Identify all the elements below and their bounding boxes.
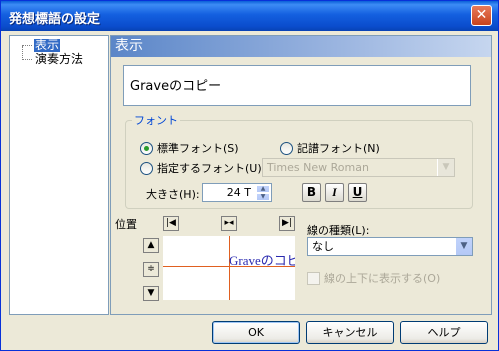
category-tree: 表示 演奏方法 <box>9 35 109 315</box>
ok-button[interactable]: OK <box>212 321 300 344</box>
checkbox-icon <box>307 271 320 285</box>
position-label: 位置 <box>115 218 137 231</box>
show-above-below-checkbox[interactable]: 線の上下に表示する(O) <box>307 270 440 286</box>
align-left-button[interactable]: |◀ <box>163 216 179 231</box>
position-preview[interactable]: Graveのコピー <box>163 236 295 300</box>
align-middle-v-button[interactable]: ≑ <box>143 262 159 277</box>
chevron-down-icon: ▼ <box>437 159 454 176</box>
font-name-select[interactable]: Times New Roman ▼ <box>262 158 455 177</box>
radio-icon <box>140 161 153 175</box>
font-name-value: Times New Roman <box>267 161 369 174</box>
font-group-legend: フォント <box>134 114 178 127</box>
radio-icon <box>280 141 293 155</box>
chevron-down-icon: ▼ <box>455 238 472 255</box>
panel-header: 表示 <box>111 36 491 57</box>
spin-up-icon[interactable]: ▲ <box>256 185 270 193</box>
spin-down-icon[interactable]: ▼ <box>256 193 270 201</box>
settings-panel: 表示 Graveのコピー フォント 標準フォント(S) 記譜フォント(N) 指定… <box>110 35 492 315</box>
align-bottom-button[interactable]: ▼ <box>143 286 159 301</box>
tree-connector <box>22 45 32 46</box>
tree-connector <box>22 59 32 60</box>
size-spinner[interactable]: ▲ ▼ <box>256 185 270 201</box>
notation-font-label: 記譜フォント(N) <box>297 142 380 155</box>
help-button[interactable]: ヘルプ <box>400 321 488 344</box>
underline-button[interactable]: U <box>348 183 367 202</box>
line-type-select[interactable]: なし ▼ <box>307 237 473 256</box>
tree-item-performance[interactable]: 演奏方法 <box>34 53 84 66</box>
tree-item-display[interactable]: 表示 <box>34 39 61 52</box>
line-type-label: 線の種類(L): <box>307 224 370 237</box>
radio-selected-icon <box>140 141 153 155</box>
size-label: 大きさ(H): <box>146 188 200 201</box>
show-above-below-label: 線の上下に表示する(O) <box>324 272 441 285</box>
line-type-value: なし <box>312 240 334 253</box>
display-text-field[interactable]: Graveのコピー <box>123 65 471 106</box>
bold-button[interactable]: B <box>302 183 321 202</box>
align-top-button[interactable]: ▲ <box>143 238 159 253</box>
italic-button[interactable]: I <box>325 183 344 202</box>
dialog-window: 発想標語の設定 ✕ 表示 演奏方法 表示 Graveのコピー フォント 標準フォ… <box>0 0 499 351</box>
align-right-button[interactable]: ▶| <box>279 216 295 231</box>
font-group: フォント 標準フォント(S) 記譜フォント(N) 指定するフォント(U) Tim… <box>125 112 473 209</box>
standard-font-radio[interactable]: 標準フォント(S) <box>140 140 239 156</box>
cancel-button[interactable]: キャンセル <box>306 321 394 344</box>
preview-text: Graveのコピー <box>229 253 295 268</box>
standard-font-label: 標準フォント(S) <box>157 142 239 155</box>
title-bar[interactable]: 発想標語の設定 ✕ <box>1 1 498 31</box>
notation-font-radio[interactable]: 記譜フォント(N) <box>280 140 380 156</box>
size-input[interactable]: 24 T ▲ ▼ <box>202 183 272 202</box>
align-center-h-button[interactable]: ▸◂ <box>221 216 237 231</box>
tree-connector <box>22 46 23 60</box>
window-title: 発想標語の設定 <box>9 12 101 27</box>
specified-font-radio[interactable]: 指定するフォント(U) <box>140 160 262 176</box>
size-value: 24 T <box>226 186 251 199</box>
specified-font-label: 指定するフォント(U) <box>157 162 262 175</box>
close-button[interactable]: ✕ <box>471 5 492 26</box>
